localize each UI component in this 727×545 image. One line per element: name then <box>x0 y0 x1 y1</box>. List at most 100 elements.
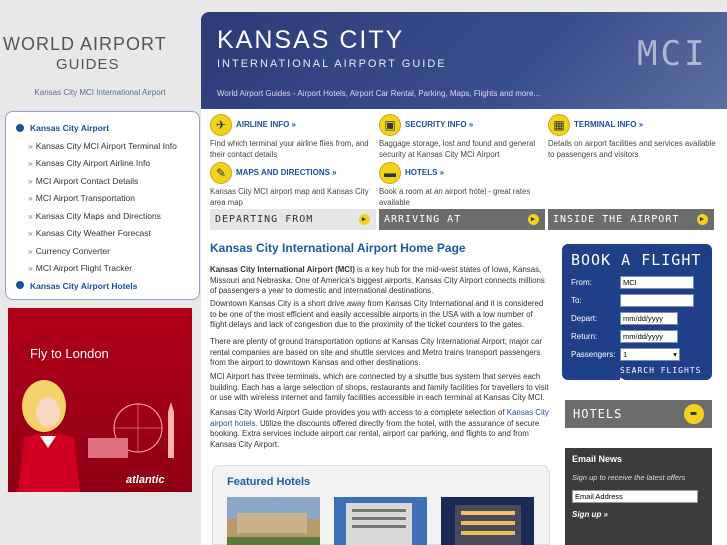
passengers-select[interactable]: 1 ▾ <box>620 348 680 361</box>
email-news-subtitle: Sign up to receive the latest offers <box>572 473 686 482</box>
hotels-box[interactable]: HOTELS ▬ <box>565 400 712 428</box>
hotel-photo-1[interactable] <box>227 497 320 545</box>
feature-title[interactable]: HOTELS » <box>405 168 444 177</box>
search-flights-button[interactable]: SEARCH FLIGHTS ▶ <box>620 366 712 384</box>
from-label: From: <box>571 278 592 287</box>
paragraph-downtown: Downtown Kansas City is a short drive aw… <box>210 299 544 329</box>
email-news-title: Email News <box>572 454 623 464</box>
feature-desc: Book a room at an airport hotel - great … <box>379 187 531 207</box>
book-flight-title: BOOK A FLIGHT <box>571 251 702 269</box>
feature-desc: Find which terminal your airline flies f… <box>210 139 369 159</box>
return-label: Return: <box>571 332 598 341</box>
depart-label: Depart: <box>571 314 598 323</box>
ad-headline: Fly to London <box>30 346 109 361</box>
hotels-text-b: . Utilize the discounts offered directly… <box>210 418 540 449</box>
email-news-box: Email News Sign up to receive the latest… <box>565 448 712 545</box>
flight-attendant-illustration <box>18 380 80 492</box>
from-input[interactable]: MCI <box>620 276 694 289</box>
nav-label: Kansas City Airport Airline Info <box>35 158 151 168</box>
feature-desc: Baggage storage, lost and found and gene… <box>379 139 536 159</box>
arrow-icon: » <box>28 175 33 186</box>
left-navigation: Kansas City Airport » Kansas City MCI Air… <box>5 111 200 300</box>
nav-item-weather[interactable]: » Kansas City Weather Forecast <box>16 225 199 243</box>
nav-label: Kansas City Airport Hotels <box>30 280 138 291</box>
home-page-title: Kansas City International Airport Home P… <box>210 241 466 255</box>
go-arrow-icon: ▶ <box>528 214 539 225</box>
luggage-icon: ▣ <box>379 114 401 136</box>
page-title: KANSAS CITY <box>217 26 405 54</box>
nav-label: MCI Airport Transportation <box>35 193 135 203</box>
chevron-down-icon: ▾ <box>673 350 677 359</box>
airport-code-banner: MCI <box>637 34 708 74</box>
intro-bold: Kansas City International Airport (MCI) <box>210 265 355 274</box>
nav-item-currency[interactable]: » Currency Converter <box>16 243 199 261</box>
nav-label: Kansas City Maps and Directions <box>35 210 161 221</box>
arrow-icon: » <box>28 140 33 151</box>
passengers-label: Passengers: <box>571 350 616 359</box>
feature-title[interactable]: SECURITY INFO » <box>405 120 473 129</box>
paragraph-terminals: MCI Airport has three terminals, which a… <box>210 372 549 402</box>
nav-item-hotels[interactable]: Kansas City Airport Hotels <box>16 278 199 296</box>
arrow-icon: » <box>28 193 33 203</box>
return-date-input[interactable]: mm/dd/yyyy <box>620 330 678 343</box>
bed-icon: ▬ <box>684 404 704 424</box>
page-subtitle: INTERNATIONAL AIRPORT GUIDE <box>217 58 447 70</box>
virgin-atlantic-ad[interactable]: Fly to London atlantic <box>8 308 192 492</box>
nav-item-maps-directions[interactable]: » Kansas City Maps and Directions <box>16 208 199 226</box>
terminal-icon: ▦ <box>548 114 570 136</box>
header-nav-text[interactable]: World Airport Guides - Airport Hotels, A… <box>217 89 540 98</box>
tab-arriving-at[interactable]: ARRIVING AT ▶ <box>379 209 545 230</box>
intro-paragraph: Kansas City International Airport (MCI) … <box>210 265 550 297</box>
paragraph-transport: There are plenty of ground transportatio… <box>210 337 543 367</box>
tab-inside-airport[interactable]: INSIDE THE AIRPORT ▶ <box>548 209 714 230</box>
feature-title[interactable]: TERMINAL INFO » <box>574 120 643 129</box>
hotel-photo-2[interactable] <box>334 497 427 545</box>
arrow-icon: » <box>28 158 33 168</box>
tab-label: ARRIVING AT <box>384 214 462 225</box>
search-label: SEARCH FLIGHTS <box>620 366 702 375</box>
nav-item-flight-tracker[interactable]: » MCI Airport Flight Tracker <box>16 260 199 278</box>
feature-title[interactable]: AIRLINE INFO » <box>236 120 296 129</box>
arrow-icon: » <box>28 210 33 221</box>
ad-brand: atlantic <box>126 474 165 486</box>
nav-item-contact-details[interactable]: » MCI Airport Contact Details <box>16 173 199 191</box>
email-input[interactable]: Email Address <box>572 490 698 503</box>
page-header: KANSAS CITY INTERNATIONAL AIRPORT GUIDE … <box>201 12 727 109</box>
nav-item-airline-info[interactable]: » Kansas City Airport Airline Info <box>16 155 199 173</box>
feature-desc: Kansas City MCI airport map and Kansas C… <box>210 187 369 207</box>
arrow-icon: » <box>28 263 33 273</box>
go-arrow-icon: ▶ <box>620 375 626 384</box>
nav-item-terminal-info[interactable]: » Kansas City MCI Airport Terminal Info <box>16 138 199 156</box>
bullet-icon <box>16 123 24 132</box>
arrow-icon: » <box>28 228 33 238</box>
nav-label: MCI Airport Flight Tracker <box>35 263 133 273</box>
featured-hotels-title: Featured Hotels <box>227 476 311 488</box>
hotels-text-a: Kansas City World Airport Guide provides… <box>210 408 507 417</box>
feature-title[interactable]: MAPS AND DIRECTIONS » <box>236 168 337 177</box>
go-arrow-icon: ▶ <box>697 214 708 225</box>
sign-up-link[interactable]: Sign up » <box>572 510 608 519</box>
hotels-box-label: HOTELS <box>573 407 623 421</box>
hotel-photo-3[interactable] <box>441 497 534 545</box>
compass-icon: ✎ <box>210 162 232 184</box>
nav-item-kansas-city-airport[interactable]: Kansas City Airport <box>16 120 199 138</box>
nav-item-transportation[interactable]: » MCI Airport Transportation <box>16 190 199 208</box>
passengers-value: 1 <box>623 350 628 359</box>
to-input[interactable] <box>620 294 694 307</box>
tab-departing-from[interactable]: DEPARTING FROM ▶ <box>210 209 376 230</box>
bed-icon: ▬ <box>379 162 401 184</box>
london-skyline-icon <box>88 402 174 458</box>
tab-label: DEPARTING FROM <box>215 214 314 225</box>
feature-desc: Details on airport facilities and servic… <box>548 139 716 159</box>
tab-label: INSIDE THE AIRPORT <box>553 214 680 225</box>
nav-label: Kansas City Airport <box>30 123 110 133</box>
book-flight-widget: BOOK A FLIGHT From: MCI To: Depart: mm/d… <box>562 244 712 384</box>
go-arrow-icon: ▶ <box>359 214 370 225</box>
logo-line-2: GUIDES <box>56 56 120 73</box>
site-logo[interactable]: WORLD AIRPORT GUIDES <box>0 22 200 77</box>
to-label: To: <box>571 296 582 305</box>
featured-hotels-panel: Featured Hotels <box>212 465 550 545</box>
depart-date-input[interactable]: mm/dd/yyyy <box>620 312 678 325</box>
nav-label: Currency Converter <box>35 245 110 256</box>
nav-label: Kansas City MCI Airport Terminal Info <box>35 140 177 151</box>
